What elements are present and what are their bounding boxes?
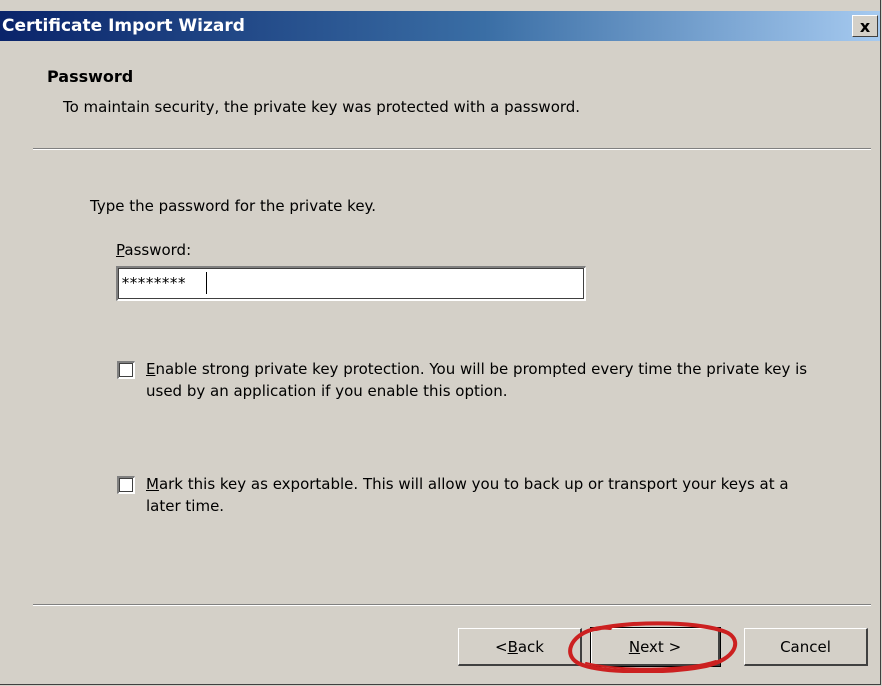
- title-bar[interactable]: Certificate Import Wizard x: [0, 11, 880, 41]
- strong-protection-label[interactable]: Enable strong private key protection. Yo…: [146, 358, 826, 402]
- strong-protection-checkbox[interactable]: [117, 361, 135, 379]
- password-instruction: Type the password for the private key.: [90, 197, 377, 215]
- next-button[interactable]: Next >: [590, 627, 721, 667]
- close-icon: x: [859, 16, 871, 36]
- header-divider: [33, 148, 871, 150]
- exportable-checkbox[interactable]: [117, 476, 135, 494]
- password-field[interactable]: ********: [116, 266, 586, 301]
- password-value: ********: [121, 274, 186, 292]
- window-title: Certificate Import Wizard: [2, 16, 245, 36]
- exportable-label[interactable]: Mark this key as exportable. This will a…: [146, 473, 826, 517]
- page-subtitle: To maintain security, the private key wa…: [63, 98, 581, 116]
- back-button[interactable]: < Back: [458, 628, 582, 666]
- cancel-button[interactable]: Cancel: [744, 628, 868, 666]
- footer-divider: [33, 604, 871, 606]
- close-button[interactable]: x: [852, 15, 878, 37]
- text-caret: [206, 272, 207, 294]
- page-title: Password: [47, 67, 134, 86]
- password-label: Password:: [116, 241, 192, 259]
- dialog-window: Certificate Import Wizard x Password To …: [0, 0, 881, 685]
